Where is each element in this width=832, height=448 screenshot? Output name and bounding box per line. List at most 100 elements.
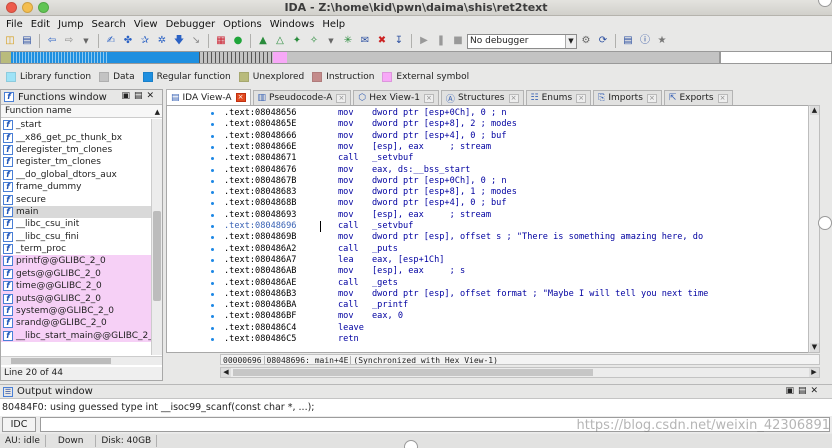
function-list-item[interactable]: f time@@GLIBC_2_0 <box>1 280 151 293</box>
add-dropdown-icon[interactable]: ▼ <box>323 33 339 49</box>
graph-view-icon[interactable]: ▦ <box>213 33 229 49</box>
search-binary-icon[interactable]: ✤ <box>120 33 136 49</box>
run-green-icon[interactable]: ● <box>230 33 246 49</box>
function-list-item[interactable]: f frame_dummy <box>1 181 151 193</box>
info-icon[interactable]: ⓘ <box>637 33 653 49</box>
move-down-icon[interactable]: ↧ <box>391 33 407 49</box>
disassembly-line[interactable]: .text:080486AE call _gets <box>224 278 398 289</box>
function-list-item[interactable]: f main <box>1 205 151 219</box>
scroll-up-icon[interactable]: ▲ <box>155 106 160 119</box>
disassembly-hscrollbar[interactable]: ◀ ▶ <box>220 367 820 378</box>
open-file-icon[interactable]: ◫ <box>2 33 18 49</box>
add-struct-icon[interactable]: ▲ <box>255 33 271 49</box>
disassembly-line[interactable]: .text:08048671 call _setvbuf <box>224 153 413 164</box>
menu-edit[interactable]: Edit <box>27 19 54 30</box>
function-list-scrollbar[interactable] <box>151 119 162 355</box>
add-member-icon[interactable]: ✦ <box>289 33 305 49</box>
nav-dropdown-icon[interactable]: ▼ <box>78 33 94 49</box>
function-list-item[interactable]: f __do_global_dtors_aux <box>1 169 151 181</box>
ida-view-disassembly[interactable]: .text:08048656 mov dword ptr [esp+0Ch], 0 … <box>166 105 820 353</box>
scrollbar-thumb[interactable] <box>11 358 111 364</box>
menu-view[interactable]: View <box>130 19 162 30</box>
plugin-icon[interactable]: ★ <box>654 33 670 49</box>
function-list-item[interactable]: f secure <box>1 193 151 205</box>
disassembly-line[interactable]: .text:08048693 mov [esp], eax ; stream <box>224 210 491 221</box>
disassembly-line[interactable]: .text:08048683 mov dword ptr [esp+8], 1 ; … <box>224 187 517 198</box>
function-name-column-header[interactable]: Function name ▲ <box>1 105 162 118</box>
disassembly-line[interactable]: .text:08048676 mov eax, ds:__bss_start <box>224 165 470 176</box>
function-list-item[interactable]: f register_tm_clones <box>1 156 151 168</box>
window-list-icon[interactable]: ▤ <box>620 33 636 49</box>
search-text-icon[interactable]: ✍ <box>103 33 119 49</box>
nav-band-select[interactable] <box>720 51 832 64</box>
function-list-item[interactable]: f __libc_csu_init <box>1 218 151 230</box>
disassembly-line[interactable]: .text:080486A7 lea eax, [esp+1Ch] <box>224 255 444 266</box>
tab-enums[interactable]: ☷ Enums × <box>525 90 592 105</box>
add-item-icon[interactable]: ✧ <box>306 33 322 49</box>
scrollbar-thumb[interactable] <box>233 369 593 376</box>
close-tab-icon[interactable]: × <box>717 93 728 103</box>
function-list-hscrollbar[interactable] <box>1 356 162 365</box>
disassembly-line[interactable]: .text:080486A2 call _puts <box>224 244 398 255</box>
idc-language-button[interactable]: IDC <box>2 417 36 432</box>
disassembly-line[interactable]: .text:08048666 mov dword ptr [esp+4], 0 ; … <box>224 131 507 142</box>
function-list-item[interactable]: f _term_proc <box>1 243 151 255</box>
debugger-options-icon[interactable]: ⚙ <box>578 33 594 49</box>
close-tab-icon[interactable]: × <box>508 93 519 103</box>
menu-help[interactable]: Help <box>318 19 349 30</box>
disassembly-line[interactable]: .text:080486AB mov [esp], eax ; s <box>224 266 465 277</box>
disassembly-line[interactable]: .text:080486C5 retn <box>224 334 372 345</box>
edit-item-icon[interactable]: ✳ <box>340 33 356 49</box>
tab-hex-view-1[interactable]: ⬡ Hex View-1 × <box>353 90 439 105</box>
chevron-down-icon[interactable]: ▼ <box>565 34 576 48</box>
function-list-item[interactable]: f gets@@GLIBC_2_0 <box>1 267 151 281</box>
disassembly-line[interactable]: .text:08048656 mov dword ptr [esp+0Ch], 0 … <box>224 108 507 119</box>
tab-exports[interactable]: ⇱ Exports × <box>663 90 733 105</box>
function-list-item[interactable]: f system@@GLIBC_2_0 <box>1 304 151 318</box>
tab-ida-view-a[interactable]: ▤ IDA View-A × <box>166 89 251 105</box>
tab-pseudocode-a[interactable]: ▥ Pseudocode-A × <box>252 90 352 105</box>
navigation-band[interactable] <box>0 51 720 64</box>
delete-cross-icon[interactable]: ✖ <box>374 33 390 49</box>
resize-handle-icon[interactable] <box>404 440 418 448</box>
debugger-select[interactable]: No debugger ▼ <box>467 33 577 49</box>
tab-structures[interactable]: Ⓐ Structures × <box>440 90 524 105</box>
menu-search[interactable]: Search <box>88 19 130 30</box>
menu-windows[interactable]: Windows <box>266 19 319 30</box>
disassembly-line[interactable]: .text:080486B3 mov dword ptr [esp], offset… <box>224 289 708 300</box>
function-list-item[interactable]: f _start <box>1 119 151 131</box>
disassembly-line[interactable]: .text:080486C4 leave <box>224 323 372 334</box>
function-list-item[interactable]: f srand@@GLIBC_2_0 <box>1 317 151 330</box>
close-tab-icon[interactable]: × <box>576 93 587 103</box>
search-next-icon[interactable]: ✲ <box>154 33 170 49</box>
disassembly-vscrollbar[interactable]: ▲ ▼ <box>808 105 820 353</box>
debug-stop-icon[interactable]: ■ <box>450 33 466 49</box>
disassembly-line[interactable]: .text:0804866E mov [esp], eax ; stream <box>224 142 491 153</box>
tab-imports[interactable]: ⎘ Imports × <box>593 90 662 105</box>
debug-start-icon[interactable]: ▶ <box>416 33 432 49</box>
panel-controls[interactable]: ▣▤✕ <box>785 386 822 396</box>
disassembly-line[interactable]: .text:0804867B mov dword ptr [esp+0Ch], 0 … <box>224 176 507 187</box>
save-icon[interactable]: ▤ <box>19 33 35 49</box>
forward-arrow-icon[interactable]: ⇨ <box>61 33 77 49</box>
menu-debugger[interactable]: Debugger <box>162 19 220 30</box>
function-list-item[interactable]: f __x86_get_pc_thunk_bx <box>1 131 151 143</box>
jump-down-icon[interactable]: 🡇 <box>171 33 187 49</box>
disassembly-line[interactable]: .text:08048696 call _setvbuf <box>224 221 413 232</box>
menu-jump[interactable]: Jump <box>54 19 87 30</box>
refresh-icon[interactable]: ⟳ <box>595 33 611 49</box>
function-list-item[interactable]: f deregister_tm_clones <box>1 144 151 156</box>
scrollbar-thumb[interactable] <box>153 211 161 301</box>
disassembly-line[interactable]: .text:0804869B mov dword ptr [esp], offset… <box>224 232 703 243</box>
close-tab-icon[interactable]: × <box>646 93 657 103</box>
scroll-right-icon[interactable]: ▶ <box>809 368 819 377</box>
envelope-icon[interactable]: ✉ <box>357 33 373 49</box>
panel-controls[interactable]: ▣​▤✕ <box>121 91 158 101</box>
graph-toggle-icon[interactable]: ↘ <box>188 33 204 49</box>
function-list-item[interactable]: f __libc_csu_fini <box>1 231 151 243</box>
debug-pause-icon[interactable]: ❚ <box>433 33 449 49</box>
resize-handle-icon[interactable] <box>818 216 832 230</box>
back-arrow-icon[interactable]: ⇦ <box>44 33 60 49</box>
scroll-down-icon[interactable]: ▼ <box>810 343 819 352</box>
function-list-item[interactable]: f puts@@GLIBC_2_0 <box>1 292 151 305</box>
